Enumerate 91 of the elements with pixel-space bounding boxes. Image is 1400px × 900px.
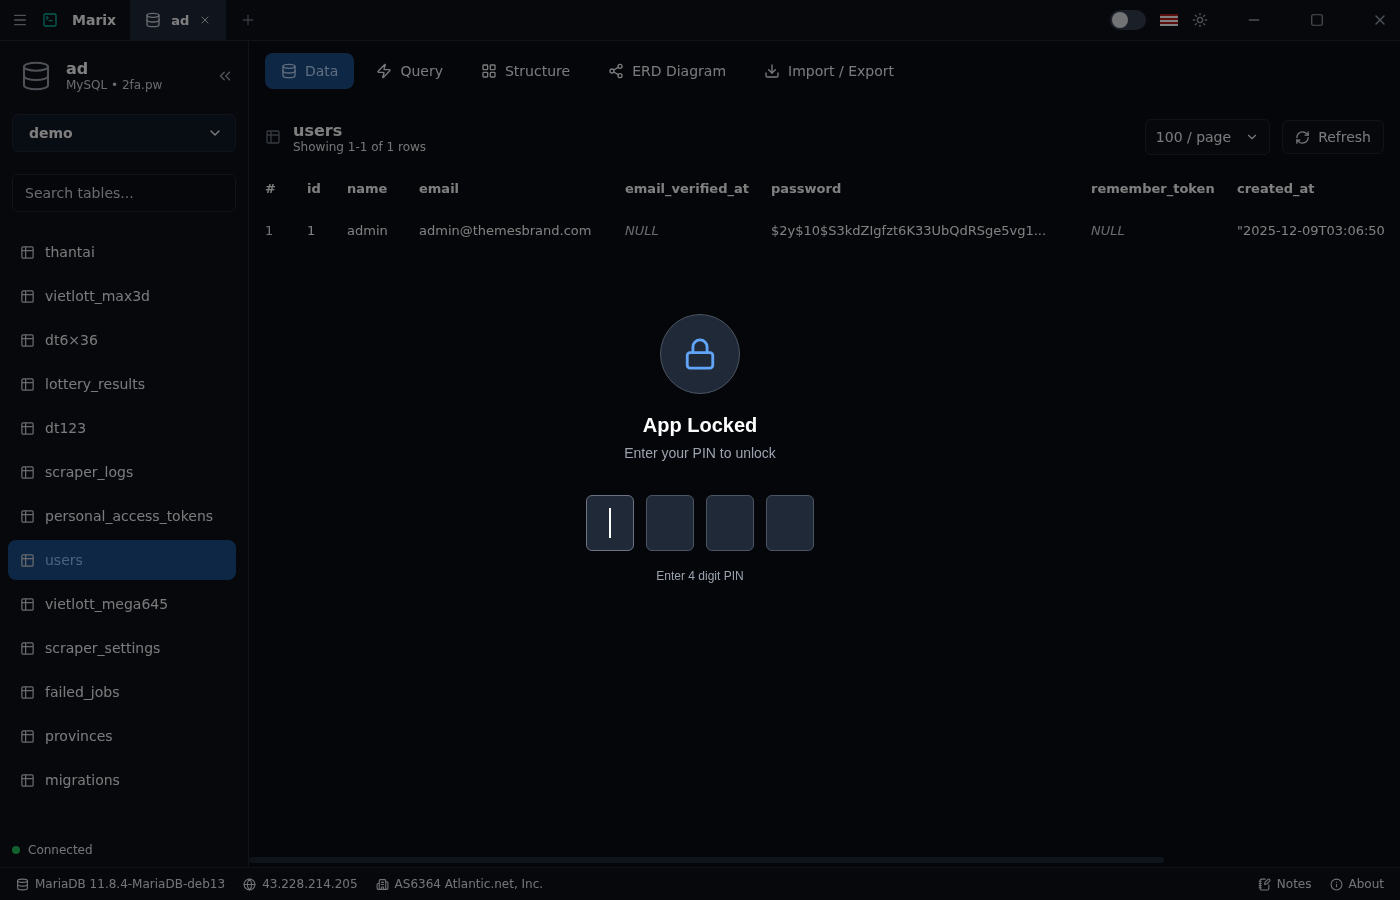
column-header: name [347,179,389,198]
download-icon [764,63,781,79]
app-name: Marix [72,12,117,28]
connection-name: ad [66,59,90,78]
sidebar-item[interactable]: vietlott_max3d [8,276,236,316]
sidebar-item[interactable]: dt6×36 [8,320,236,360]
sidebar-item[interactable]: failed_jobs [8,672,236,712]
notepad-icon [1257,877,1271,891]
grid-icon [481,63,497,79]
column-header: email [419,179,461,198]
footer-link[interactable]: Notes [1257,877,1312,891]
sidebar-item[interactable]: lottery_results [8,364,236,404]
table-title: users [293,120,344,140]
column-header: password [771,179,843,198]
connection-tab[interactable]: ad [130,0,227,40]
sidebar-item[interactable]: provinces [8,716,236,756]
view-tab[interactable]: Data [265,53,355,89]
table-icon [20,244,35,260]
refresh-icon [1295,129,1311,145]
table-icon [20,332,35,348]
lightning-icon [376,63,393,79]
lock-title: App Locked [642,414,758,437]
flag-icon[interactable] [1160,14,1178,26]
table-icon [20,376,35,392]
table-icon [20,420,35,436]
pin-hint: Enter 4 digit PIN [656,569,744,583]
lock-icon [683,337,717,371]
sidebar-item[interactable]: migrations [8,760,236,800]
database-icon [145,12,162,28]
text-cursor [609,508,611,538]
column-header: email_verified_at [625,179,750,199]
share-icon [608,63,625,79]
table-icon [20,772,35,788]
column-header: id [307,179,322,198]
column-header: remember_token [1091,179,1216,199]
database-select[interactable]: demo [12,114,236,152]
table-icon [20,684,35,700]
column-header: created_at [1237,179,1316,199]
status-label: Connected [28,843,93,857]
table-cell-text: NULL [1091,221,1126,240]
sidebar-item[interactable]: scraper_logs [8,452,236,492]
table-cell-text: "2025-12-09T03:06:50 [1237,221,1386,240]
view-tab[interactable]: ERD Diagram [592,53,743,89]
pin-field[interactable] [646,495,694,551]
table-icon [265,129,281,145]
database-icon [20,59,52,92]
sidebar-item[interactable]: thantai [8,232,236,272]
row-count: Showing 1-1 of 1 rows [293,139,427,154]
database-icon [16,877,29,891]
table-icon [20,508,35,524]
database-icon [281,63,297,79]
table-icon [20,640,35,656]
sidebar-item[interactable]: personal_access_tokens [8,496,236,536]
column-header: # [265,179,277,198]
table-cell-text: 1 [307,221,317,240]
view-tab[interactable]: Query [360,53,459,89]
table-cell-text: NULL [625,221,660,240]
sidebar-item[interactable]: scraper_settings [8,628,236,668]
table-icon [20,728,35,744]
sun-icon[interactable] [1192,12,1208,28]
table-cell-text: 1 [265,221,275,240]
lock-subtitle: Enter your PIN to unlock [624,445,776,461]
pin-field[interactable] [766,495,814,551]
menu-icon[interactable] [12,12,28,28]
table-icon [20,288,35,304]
table-icon [20,552,35,568]
pin-field[interactable] [706,495,754,551]
building-icon [375,877,389,891]
page-size-select[interactable]: 100 / page [1144,119,1271,155]
maximize-icon[interactable] [1310,13,1324,27]
view-tab[interactable]: Import / Export [748,53,910,89]
sidebar-item[interactable]: dt123 [8,408,236,448]
terminal-icon [42,12,58,28]
search-field[interactable]: Search tables... [12,174,236,212]
status-text: 43.228.214.205 [262,877,358,891]
table-cell-text: admin [347,221,389,240]
toggle-switch[interactable] [1110,10,1146,30]
footer-link[interactable]: About [1329,877,1384,891]
info-icon [1329,877,1343,891]
table-cell-text: $2y$10$S3kdZIgfzt6K33UbQdRSge5vg1... [771,221,1048,240]
status-text: MariaDB 11.8.4-MariaDB-deb13 [35,877,226,891]
pin-field[interactable] [586,495,634,551]
globe-icon [243,877,257,891]
sidebar-item[interactable]: vietlott_mega645 [8,584,236,624]
refresh-button[interactable]: Refresh [1282,120,1384,154]
table-icon [20,464,35,480]
table-cell-text: admin@themesbrand.com [419,221,593,240]
status-text: AS6364 Atlantic.net, Inc. [394,877,544,891]
view-tab[interactable]: Structure [465,53,587,89]
table-icon [20,596,35,612]
connection-subtitle: MySQL • 2fa.pw [66,78,164,92]
